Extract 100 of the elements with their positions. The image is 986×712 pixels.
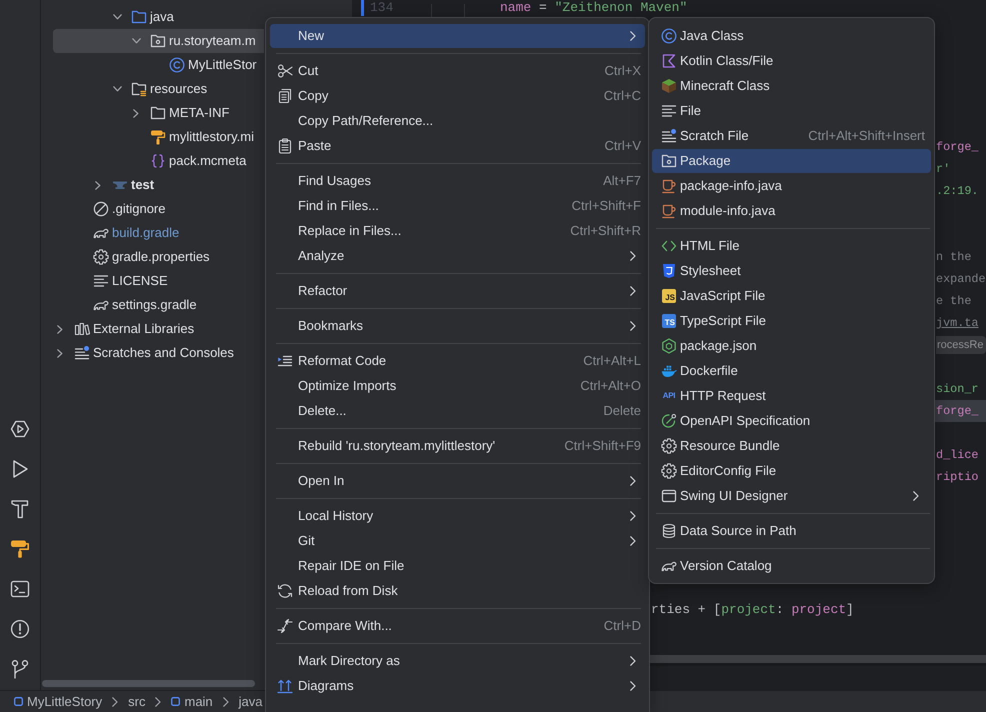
chevron-right-icon[interactable]: [57, 348, 63, 358]
menu-item[interactable]: Resource Bundle: [652, 434, 931, 458]
menu-item[interactable]: Dockerfile: [652, 359, 931, 383]
code-line: forge_: [935, 139, 980, 156]
menu-item[interactable]: Rebuild 'ru.storyteam.mylittlestory' Ctrl+Shift+F9: [270, 434, 645, 458]
tree-item[interactable]: test: [53, 173, 264, 197]
chevron-down-icon[interactable]: [132, 38, 140, 44]
breadcrumb-item[interactable]: MyLittleStory: [14, 694, 102, 710]
text-lines-icon: [661, 103, 677, 119]
chevron-right-icon[interactable]: [95, 180, 101, 190]
opposite-arrows-icon: [277, 618, 293, 634]
menu-item[interactable]: Swing UI Designer: [652, 484, 931, 508]
tree-item[interactable]: External Libraries: [53, 317, 264, 341]
menu-item[interactable]: Find Usages Alt+F7: [270, 169, 645, 193]
tree-item[interactable]: settings.gradle: [53, 293, 264, 317]
tree-item[interactable]: META-INF: [53, 101, 264, 125]
menu-item[interactable]: package.json: [652, 334, 931, 358]
code-line: rties + [project: project]: [650, 602, 854, 618]
hammer-icon[interactable]: [10, 499, 30, 519]
chevron-down-icon[interactable]: [112, 14, 122, 20]
database-icon: [661, 523, 677, 539]
shortcut-text: Ctrl+Alt+L: [583, 353, 641, 369]
menu-item[interactable]: OpenAPI Specification: [652, 409, 931, 433]
code-line: sion_r: [935, 381, 980, 398]
tree-item[interactable]: pack.mcmeta: [53, 149, 264, 173]
menu-item[interactable]: TS TypeScript File: [652, 309, 931, 333]
folder-icon: [131, 9, 147, 25]
menu-item[interactable]: Paste Ctrl+V: [270, 134, 645, 158]
menu-item[interactable]: Kotlin Class/File: [652, 49, 931, 73]
menu-item[interactable]: Analyze: [270, 244, 645, 268]
menu-item[interactable]: Minecraft Class: [652, 74, 931, 98]
menu-item[interactable]: Replace in Files... Ctrl+Shift+R: [270, 219, 645, 243]
shortcut-text: Ctrl+V: [604, 138, 641, 154]
menu-item[interactable]: Copy Path/Reference...: [270, 109, 645, 133]
tree-item[interactable]: resources: [53, 77, 264, 101]
tree-item[interactable]: MyLittleStor: [53, 53, 264, 77]
menu-item[interactable]: Scratch File Ctrl+Alt+Shift+Insert: [652, 124, 931, 148]
menu-item[interactable]: Diagrams: [270, 674, 645, 698]
menu-item[interactable]: Reload from Disk: [270, 579, 645, 603]
menu-item[interactable]: API HTTP Request: [652, 384, 931, 408]
menu-item[interactable]: Open In: [270, 469, 645, 493]
tree-item[interactable]: .gitignore: [53, 197, 264, 221]
tree-item[interactable]: build.gradle: [53, 221, 264, 245]
menu-item[interactable]: Refactor: [270, 279, 645, 303]
tree-item[interactable]: mylittlestory.mi: [53, 125, 264, 149]
menu-item[interactable]: Stylesheet: [652, 259, 931, 283]
chevron-down-icon[interactable]: [112, 86, 122, 92]
menu-item[interactable]: Find in Files... Ctrl+Shift+F: [270, 194, 645, 218]
menu-item[interactable]: New: [270, 24, 645, 48]
hexagon-icon: [661, 338, 677, 354]
menu-item[interactable]: EditorConfig File: [652, 459, 931, 483]
menu-item[interactable]: Delete... Delete: [270, 399, 645, 423]
menu-item[interactable]: package-info.java: [652, 174, 931, 198]
rounded-square-icon: [171, 697, 180, 706]
menu-item[interactable]: Optimize Imports Ctrl+Alt+O: [270, 374, 645, 398]
menu-item[interactable]: Java Class: [652, 24, 931, 48]
scrollbar-thumb[interactable]: [650, 655, 986, 663]
branch-icon[interactable]: [10, 659, 30, 679]
scissors-icon: [277, 63, 293, 79]
menu-item[interactable]: HTML File: [652, 234, 931, 258]
menu-item[interactable]: Reformat Code Ctrl+Alt+L: [270, 349, 645, 373]
hexagon-play-icon[interactable]: [10, 419, 30, 439]
menu-item[interactable]: Local History: [270, 504, 645, 528]
paint-roller-icon: [150, 129, 166, 145]
menu-item[interactable]: Compare With... Ctrl+D: [270, 614, 645, 638]
menu-item[interactable]: JS JavaScript File: [652, 284, 931, 308]
tree-item[interactable]: gradle.properties: [53, 245, 264, 269]
scrollbar-thumb[interactable]: [42, 680, 255, 687]
menu-item[interactable]: Package: [652, 149, 931, 173]
text-lines-dot-icon: [74, 345, 90, 361]
code-line: .2:19.: [935, 183, 980, 200]
file-type-tag: API: [661, 389, 677, 403]
menu-item[interactable]: Copy Ctrl+C: [270, 84, 645, 108]
menu-item[interactable]: Mark Directory as: [270, 649, 645, 673]
chevron-right-icon[interactable]: [133, 108, 139, 118]
menu-item[interactable]: Cut Ctrl+X: [270, 59, 645, 83]
tree-item[interactable]: LICENSE: [53, 269, 264, 293]
tree-item[interactable]: ru.storyteam.m: [53, 29, 264, 53]
prohibited-icon: [93, 201, 109, 217]
code-line: expande: [935, 271, 986, 288]
menu-item[interactable]: Git: [270, 529, 645, 553]
menu-item[interactable]: Bookmarks: [270, 314, 645, 338]
chevron-right-icon: [112, 696, 118, 706]
code-line: d_lice: [935, 447, 980, 464]
code-line: n the: [935, 249, 972, 266]
terminal-icon[interactable]: [10, 579, 30, 599]
alert-icon[interactable]: [10, 619, 30, 639]
menu-item[interactable]: module-info.java: [652, 199, 931, 223]
breadcrumb-item[interactable]: main: [171, 694, 213, 710]
menu-item[interactable]: Data Source in Path: [652, 519, 931, 543]
breadcrumb-item[interactable]: src: [128, 694, 146, 710]
menu-item[interactable]: File: [652, 99, 931, 123]
menu-item[interactable]: Version Catalog: [652, 554, 931, 578]
paint-roller-icon[interactable]: [10, 539, 30, 559]
chevron-right-icon: [155, 696, 162, 706]
tree-item[interactable]: Scratches and Consoles: [53, 341, 264, 365]
chevron-right-icon[interactable]: [57, 324, 63, 334]
menu-item[interactable]: Repair IDE on File: [270, 554, 645, 578]
tree-item[interactable]: java: [53, 5, 264, 29]
breadcrumb-item[interactable]: java: [238, 694, 263, 710]
